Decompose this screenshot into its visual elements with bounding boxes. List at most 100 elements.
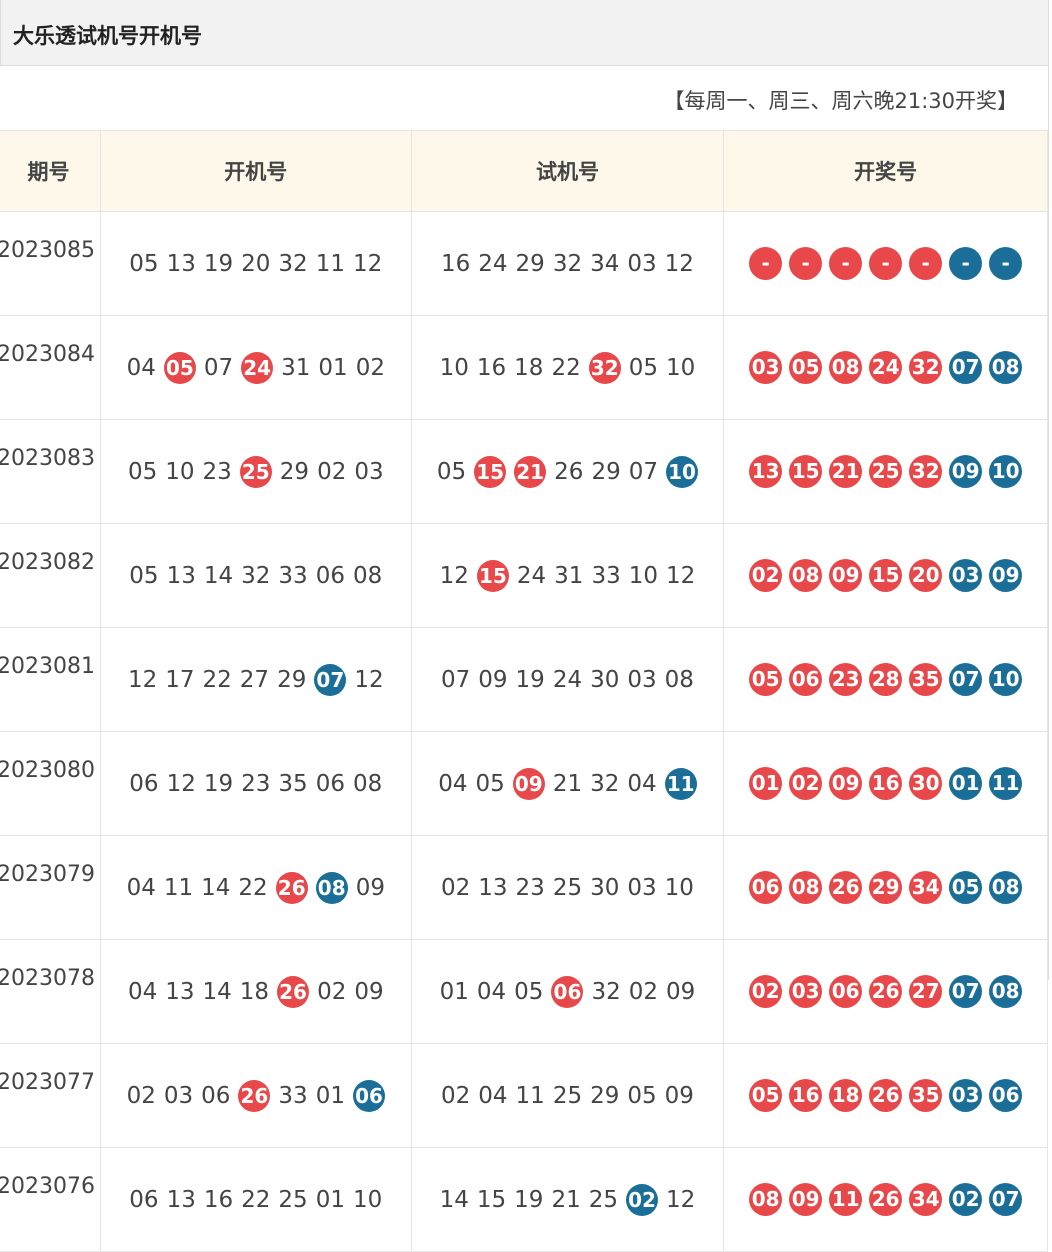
number: 12 (166, 770, 196, 797)
table-row: 2023081 12 17 22 27 29 07 12 07 09 19 24 30 03 08 05 06 2… (0, 627, 1048, 732)
back-ball: 07 (949, 351, 983, 384)
draw-numbers: ------- (749, 247, 1023, 280)
number: 23 (515, 874, 545, 901)
table-row: 2023083 05 10 23 25 29 02 03 05 15 21 26 29 07 10 13 15 2… (0, 419, 1048, 524)
number: 07 (628, 458, 659, 485)
number: 32 (552, 250, 583, 277)
number: 12 (352, 250, 383, 277)
open-numbers-cell: 12 17 22 27 29 07 12 (99, 627, 412, 732)
number: 01 (439, 978, 469, 1005)
number: 05 (129, 562, 159, 589)
number: 22 (202, 666, 232, 693)
front-ball: 26 (869, 1183, 903, 1216)
matched-number-ball: 06 (551, 975, 584, 1008)
number: 24 (516, 562, 547, 589)
matched-number-ball: 26 (238, 1079, 271, 1112)
front-ball: 08 (749, 1183, 783, 1216)
matched-number-ball: 32 (588, 351, 621, 384)
header-issue: 期号 (0, 130, 101, 212)
front-ball: 11 (829, 1183, 863, 1216)
table-header-row: 期号 开机号 试机号 开奖号 (0, 130, 1048, 212)
number: 08 (352, 562, 383, 589)
test-numbers-cell: 02 13 23 25 30 03 10 (410, 835, 725, 940)
matched-number-ball: 15 (476, 559, 509, 592)
number: 29 (279, 458, 310, 485)
number: 13 (478, 874, 508, 901)
matched-number-ball: 06 (352, 1079, 385, 1112)
test-numbers: 12 15 24 31 33 10 12 (440, 559, 695, 592)
front-ball: 29 (869, 871, 903, 904)
draw-numbers-cell: 08 09 11 26 34 02 07 (723, 1147, 1048, 1252)
draw-numbers-cell: 05 06 23 28 35 07 10 (723, 627, 1048, 732)
draw-numbers-cell: 13 15 21 25 32 09 10 (723, 419, 1048, 524)
number: 01 (315, 1082, 345, 1109)
number: 09 (666, 978, 696, 1005)
number: 27 (239, 666, 270, 693)
number: 09 (664, 1082, 694, 1109)
back-ball: 09 (949, 455, 983, 488)
test-numbers: 01 04 05 06 32 02 09 (439, 975, 696, 1008)
title-bar: 大乐透试机号开机号 (0, 0, 1048, 66)
open-numbers: 05 13 19 20 32 11 12 (129, 251, 382, 277)
test-numbers-cell: 12 15 24 31 33 10 12 (410, 523, 725, 628)
number: 04 (627, 770, 657, 797)
number: 04 (126, 874, 156, 901)
front-ball: - (789, 247, 823, 280)
table-body: 2023085 05 13 19 20 32 11 12 16 24 29 32 34 03 12- - - - -… (0, 211, 1048, 1252)
number: 12 (127, 666, 158, 693)
number: 11 (315, 250, 345, 277)
draw-numbers-cell: ------- (723, 211, 1048, 316)
number: 21 (551, 1186, 581, 1213)
front-ball: 05 (749, 1079, 783, 1112)
front-ball: 34 (909, 871, 943, 904)
number: 05 (436, 458, 467, 485)
table-row: 2023084 04 05 07 24 31 01 02 10 16 18 22 32 05 10 03 05 0… (0, 315, 1048, 420)
front-ball: - (909, 247, 943, 280)
draw-numbers: 06 08 26 29 34 05 08 (749, 871, 1023, 904)
header-test-numbers: 试机号 (410, 130, 725, 212)
front-ball: 16 (789, 1079, 823, 1112)
front-ball: 18 (829, 1079, 863, 1112)
number: 02 (126, 1082, 156, 1109)
page-title: 大乐透试机号开机号 (13, 24, 202, 48)
number: 29 (277, 666, 307, 693)
front-ball: 08 (829, 351, 863, 384)
number: 10 (664, 874, 694, 901)
test-numbers-cell: 04 05 09 21 32 04 11 (410, 731, 725, 836)
back-ball: 09 (989, 559, 1023, 592)
number: 05 (475, 770, 505, 797)
number: 10 (628, 562, 659, 589)
number: 14 (439, 1186, 469, 1213)
matched-number-ball: 10 (666, 455, 699, 488)
number: 33 (278, 562, 308, 589)
number: 01 (318, 354, 348, 381)
number: 32 (591, 978, 621, 1005)
issue-cell: 2023076 (0, 1147, 101, 1252)
draw-numbers-cell: 05 16 18 26 35 03 06 (723, 1043, 1048, 1148)
test-numbers: 04 05 09 21 32 04 11 (438, 767, 697, 800)
number: 04 (478, 1082, 508, 1109)
front-ball: 25 (869, 455, 903, 488)
number: 11 (515, 1082, 545, 1109)
test-numbers-cell: 07 09 19 24 30 03 08 (410, 627, 725, 732)
front-ball: 08 (789, 871, 823, 904)
number: 19 (203, 770, 234, 797)
number: 17 (165, 666, 195, 693)
draw-numbers-cell: 03 05 08 24 32 07 08 (723, 315, 1048, 420)
front-ball: 09 (829, 559, 863, 592)
number: 05 (628, 354, 659, 381)
matched-number-ball: 26 (277, 975, 310, 1008)
number: 30 (590, 666, 620, 693)
number: 04 (438, 770, 468, 797)
open-numbers: 05 10 23 25 29 02 03 (128, 455, 384, 488)
number: 19 (514, 1186, 544, 1213)
number: 30 (590, 874, 620, 901)
number: 19 (515, 666, 545, 693)
number: 20 (241, 250, 271, 277)
back-ball: 03 (949, 1079, 983, 1112)
number: 09 (478, 666, 508, 693)
number: 22 (241, 1186, 271, 1213)
front-ball: 35 (909, 663, 943, 696)
test-numbers: 10 16 18 22 32 05 10 (440, 351, 695, 384)
back-ball: 07 (989, 1183, 1023, 1216)
